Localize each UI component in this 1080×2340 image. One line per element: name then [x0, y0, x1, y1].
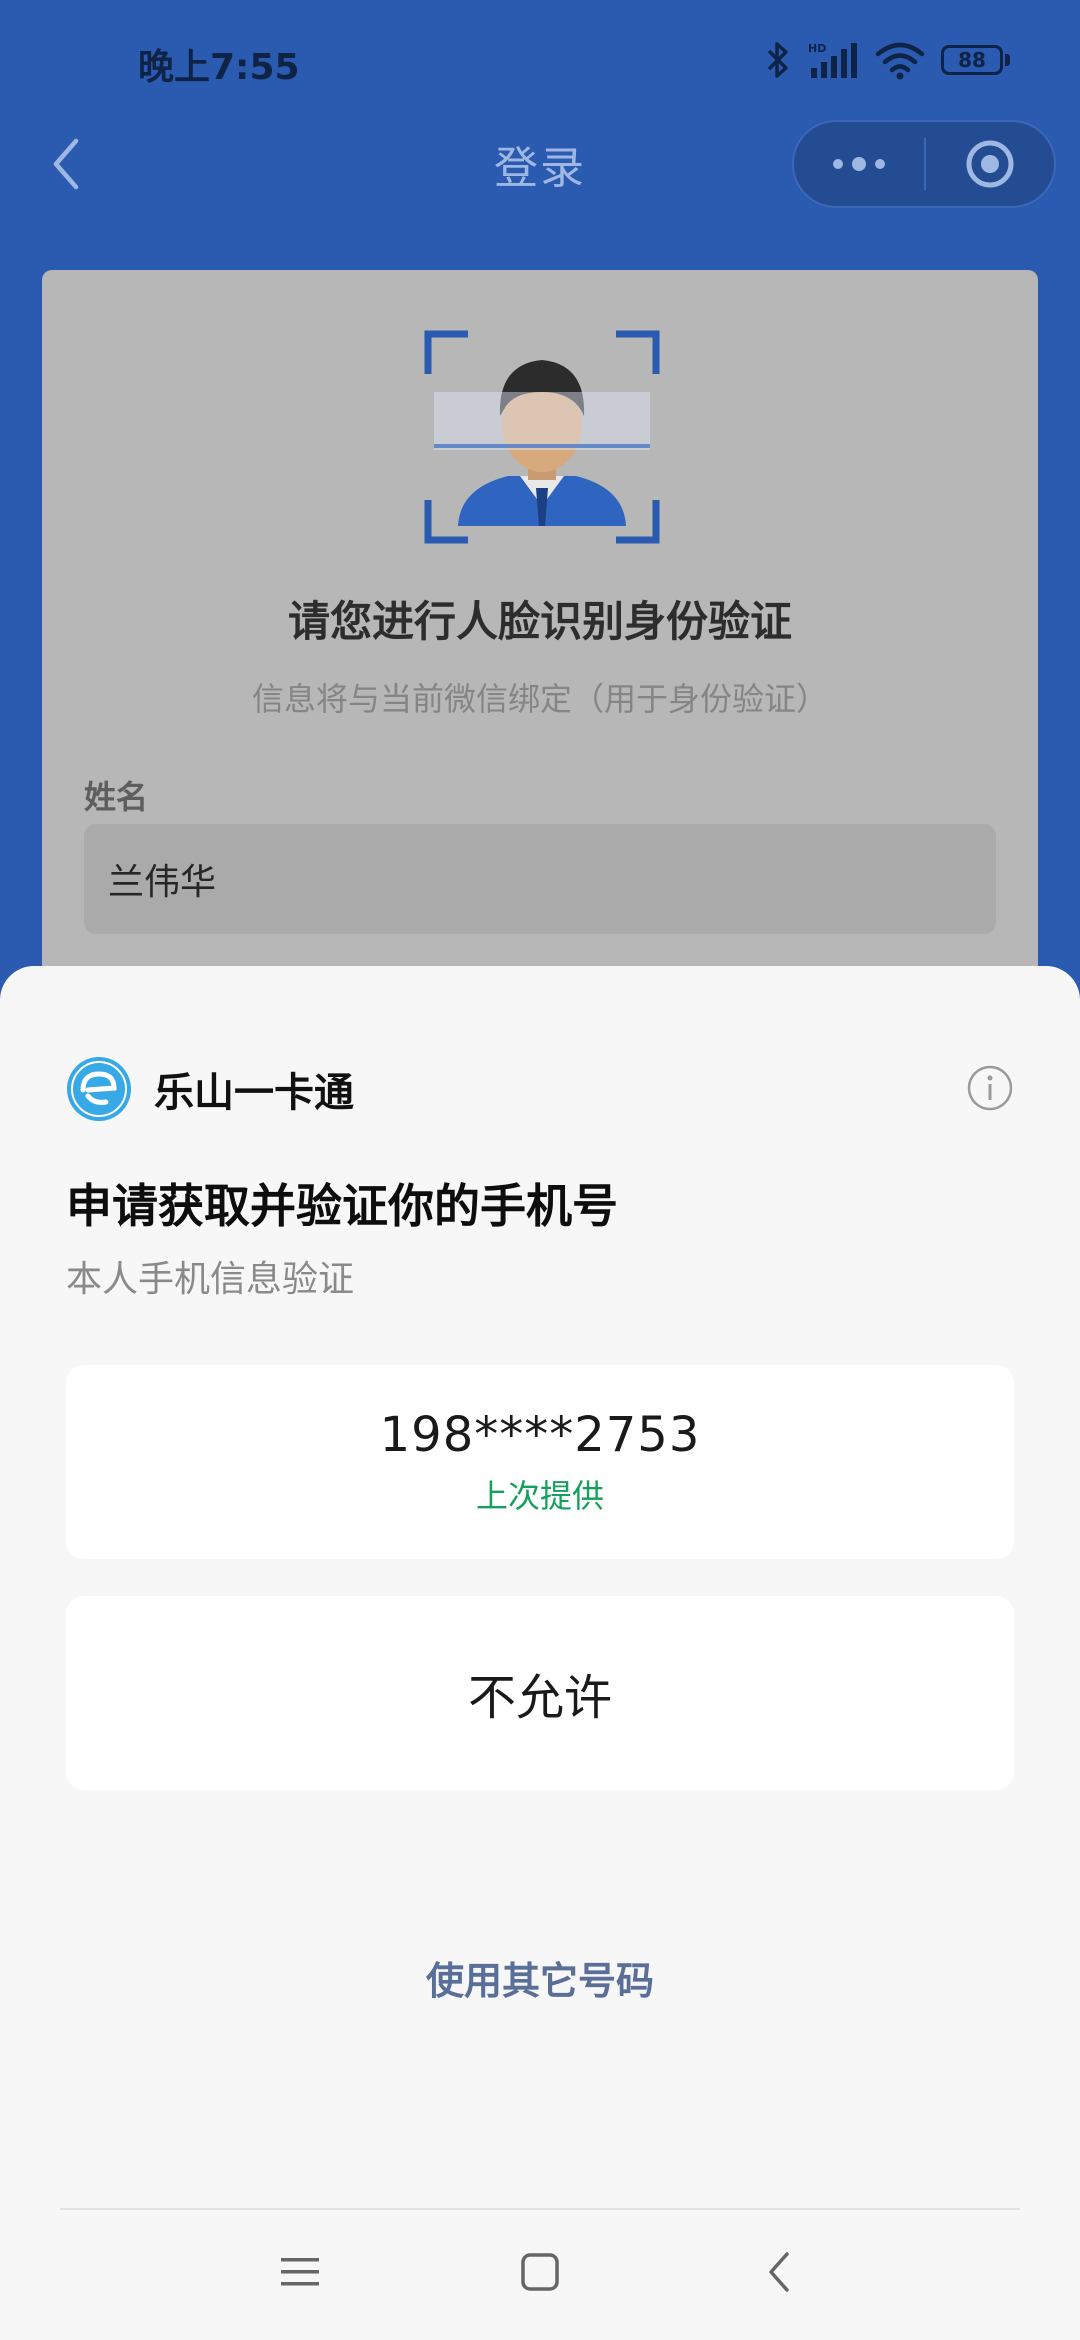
bluetooth-icon — [765, 40, 791, 80]
app-logo-icon — [66, 1056, 132, 1122]
battery-icon: 88 — [941, 45, 1010, 75]
miniprogram-close-icon[interactable] — [926, 122, 1054, 206]
app-info: 乐山一卡通 — [66, 1056, 354, 1122]
phone-hint: 上次提供 — [475, 1477, 604, 1515]
name-field[interactable]: 兰伟华 — [84, 824, 996, 934]
status-bar: 晚上7:55 HD 88 — [0, 0, 1080, 120]
phone-number-option[interactable]: 198****2753 上次提供 — [66, 1365, 1014, 1559]
deny-button[interactable]: 不允许 — [66, 1596, 1014, 1790]
sheet-title: 申请获取并验证你的手机号 — [66, 1179, 618, 1233]
card-title: 请您进行人脸识别身份验证 — [287, 597, 792, 646]
wifi-icon — [875, 40, 925, 80]
capsule-menu — [792, 120, 1056, 208]
face-scan-illustration — [424, 330, 660, 544]
phone-auth-sheet: 乐山一卡通 申请获取并验证你的手机号 本人手机信息验证 198****2753 … — [0, 966, 1080, 2340]
back-icon[interactable] — [748, 2240, 812, 2304]
info-icon[interactable] — [966, 1064, 1014, 1112]
more-dots-icon[interactable] — [794, 122, 924, 206]
sheet-description: 本人手机信息验证 — [66, 1259, 355, 1300]
home-icon[interactable] — [508, 2240, 572, 2304]
face-verification-card: 请您进行人脸识别身份验证 信息将与当前微信绑定（用于身份验证） 姓名 兰伟华 — [42, 270, 1038, 990]
status-time: 晚上7:55 — [138, 47, 300, 88]
name-value: 兰伟华 — [108, 862, 217, 903]
name-label: 姓名 — [84, 778, 149, 816]
deny-label: 不允许 — [467, 1670, 612, 1726]
battery-level: 88 — [941, 45, 1003, 75]
card-subtitle: 信息将与当前微信绑定（用于身份验证） — [251, 680, 828, 718]
phone-number: 198****2753 — [379, 1407, 701, 1463]
use-other-number-link[interactable]: 使用其它号码 — [0, 1950, 1080, 2005]
menu-icon[interactable] — [268, 2240, 332, 2304]
svg-text:HD: HD — [808, 42, 826, 55]
app-name: 乐山一卡通 — [154, 1070, 354, 1116]
nav-bar: 登录 — [0, 120, 1080, 210]
system-navigation-bar — [0, 2210, 1080, 2340]
status-icons: HD 88 — [765, 38, 1010, 82]
hd-signal-icon: HD — [807, 40, 859, 80]
